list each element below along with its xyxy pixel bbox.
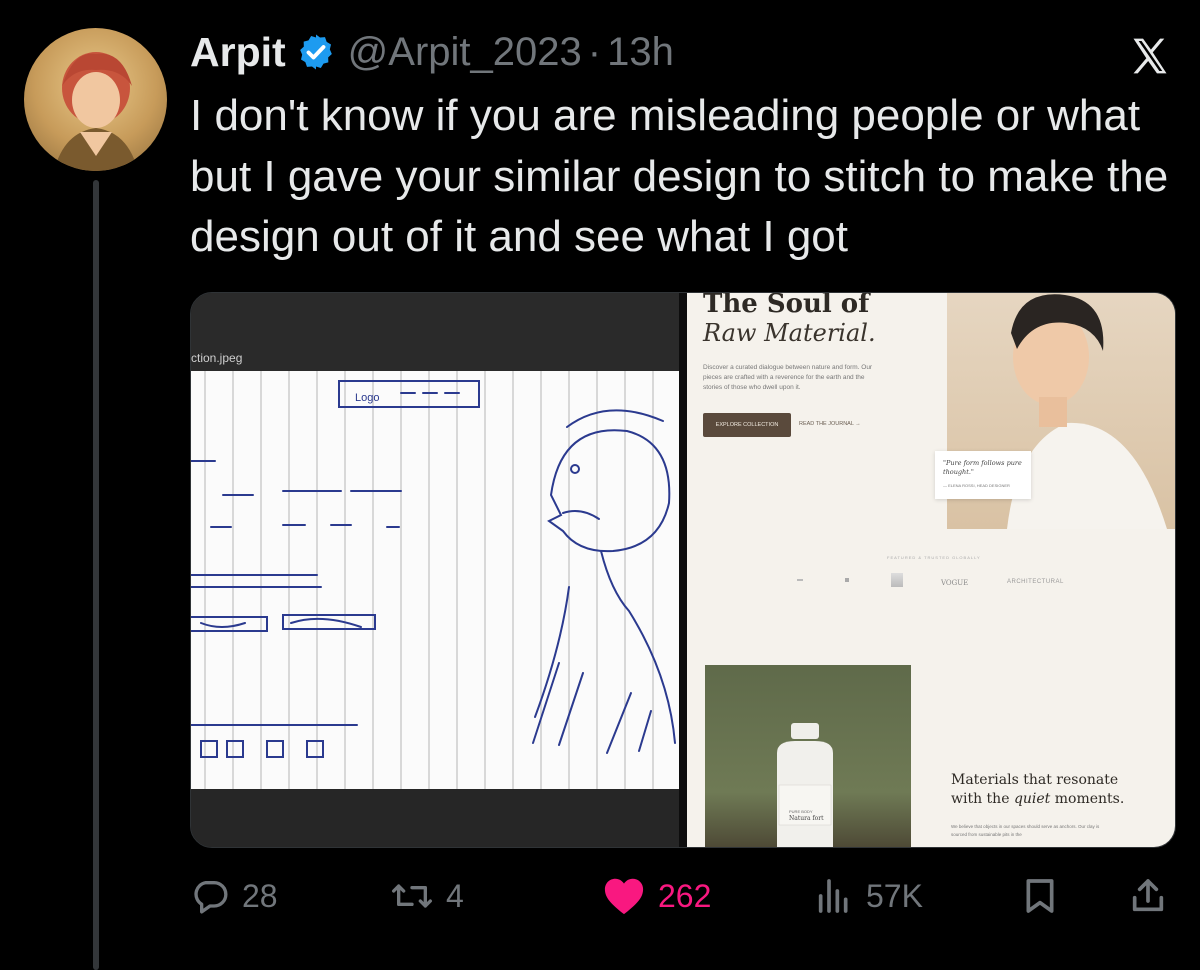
generated-design-screenshot: The Soul of Raw Material. Discover a cur… (687, 293, 1175, 847)
tweet-time[interactable]: 13h (607, 30, 674, 75)
logo-placeholder-1 (797, 579, 803, 581)
product-image: PURE BODY Natura fort (705, 665, 911, 847)
featured-logos: VOGUE ARCHITECTURAL (787, 573, 1167, 595)
bottle-illustration (777, 723, 833, 847)
tweet-media[interactable]: ction.jpeg Logo The Soul of Raw Material… (190, 292, 1176, 848)
repost-count: 4 (446, 877, 464, 914)
bookmark-icon (1026, 879, 1054, 913)
author-handle[interactable]: @Arpit_2023 (348, 30, 582, 75)
viewer-top-bar (191, 293, 681, 371)
bookmark-button[interactable] (1020, 870, 1072, 922)
repost-button[interactable]: 4 (390, 870, 464, 922)
bottle-label-small: PURE BODY (789, 809, 813, 814)
design-hero-title: The Soul of (703, 292, 870, 319)
quote-card: "Pure form follows pure thought." — ELEN… (935, 451, 1031, 499)
tweet-text: I don't know if you are misleading peopl… (190, 91, 1169, 261)
thread-line (93, 180, 99, 970)
views-count: 57K (866, 877, 923, 914)
share-button[interactable] (1126, 870, 1182, 922)
explore-collection-button: EXPLORE COLLECTION (703, 413, 791, 437)
sketch-logo-label: Logo (355, 392, 379, 404)
separator-dot: · (587, 29, 602, 74)
logo-architectural: ARCHITECTURAL (1007, 579, 1064, 585)
verified-badge-icon (299, 34, 332, 70)
materials-heading-2a: with the (951, 791, 1014, 807)
reply-count: 28 (242, 877, 278, 914)
quote-author: — ELENA ROSSI, HEAD DESIGNER (943, 483, 1010, 488)
like-button[interactable]: 262 (602, 870, 711, 922)
logo-vogue: VOGUE (941, 579, 969, 587)
views-icon (818, 879, 848, 913)
share-icon (1132, 879, 1164, 912)
sketch-paper: Logo (191, 371, 679, 789)
author-name[interactable]: Arpit (190, 29, 286, 76)
tweet-header: Arpit @Arpit_2023 · 13h (190, 24, 674, 80)
sketch-filename: ction.jpeg (191, 351, 243, 365)
x-logo-icon[interactable] (1128, 34, 1172, 78)
sketch-screenshot: ction.jpeg Logo (191, 293, 681, 847)
like-count: 262 (658, 877, 712, 914)
quote-text: "Pure form follows pure thought." (943, 459, 1022, 476)
materials-description: We believe that objects in our spaces sh… (951, 824, 1100, 837)
materials-heading-line-2: with the quiet moments. (951, 790, 1131, 809)
reply-icon (194, 881, 228, 914)
media-divider (679, 293, 687, 847)
materials-heading-2c: moments. (1050, 791, 1125, 807)
design-hero-description: Discover a curated dialogue between natu… (703, 364, 873, 391)
avatar-image (54, 52, 138, 171)
logo-placeholder-3 (891, 573, 903, 587)
reply-button[interactable]: 28 (190, 870, 278, 922)
avatar[interactable] (24, 28, 167, 171)
views-button[interactable]: 57K (814, 870, 923, 922)
materials-heading-line-1: Materials that resonate (951, 772, 1119, 788)
read-journal-link: READ THE JOURNAL → (799, 421, 861, 427)
heart-icon (604, 878, 644, 915)
repost-icon (391, 884, 432, 908)
viewer-bottom-bar (191, 789, 681, 847)
design-hero-subtitle: Raw Material. (703, 319, 876, 347)
materials-heading: Materials that resonate with the quiet m… (951, 771, 1131, 809)
action-bar: 28 4 262 57K (190, 870, 1180, 922)
logo-placeholder-2 (845, 578, 849, 582)
materials-heading-quiet: quiet (1013, 791, 1051, 807)
bottle-label-main: Natura fort (789, 815, 824, 822)
hand-drawn-sketch: Logo (191, 371, 676, 789)
featured-label: FEATURED & TRUSTED GLOBALLY (887, 555, 981, 560)
